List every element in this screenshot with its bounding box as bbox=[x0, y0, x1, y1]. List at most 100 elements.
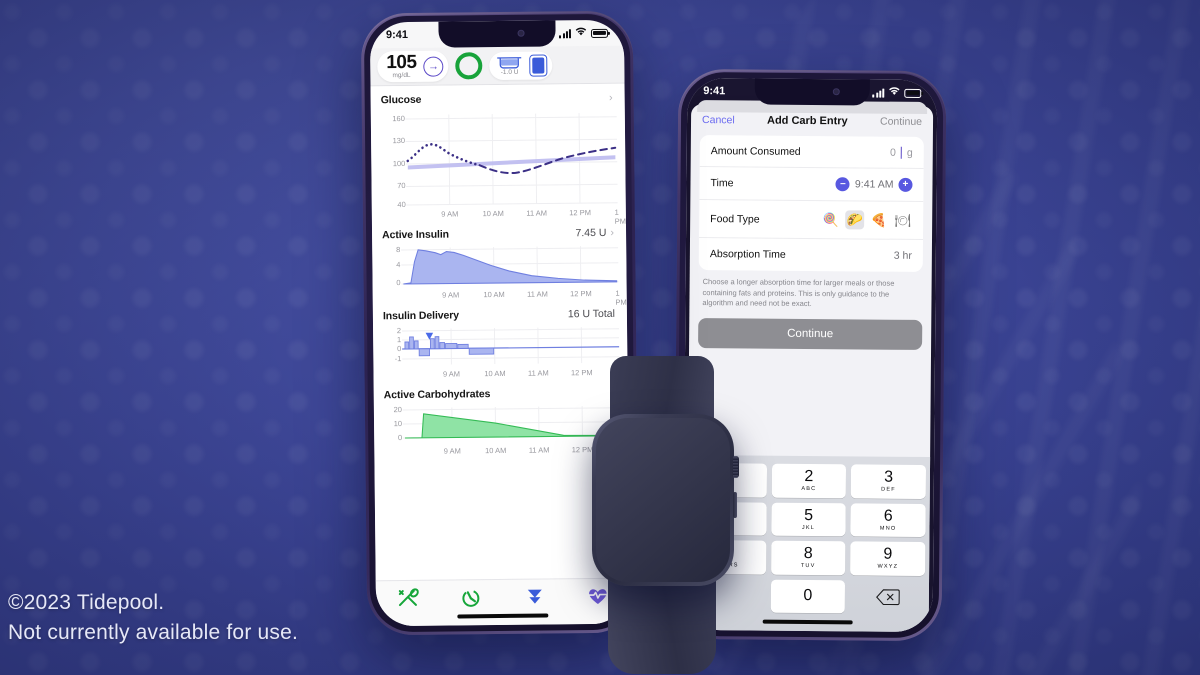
wifi-icon bbox=[575, 27, 587, 39]
food-option-lollipop-icon[interactable]: 🍭 bbox=[821, 210, 840, 229]
row-label: Time bbox=[710, 177, 734, 190]
card-title: Active Insulin bbox=[382, 228, 450, 242]
digital-crown[interactable] bbox=[732, 456, 739, 478]
y-tick: 40 bbox=[397, 199, 406, 210]
home-indicator[interactable] bbox=[457, 613, 549, 619]
watch-item-label: Bolus bbox=[681, 501, 700, 509]
watch-item-label: Carbs bbox=[626, 501, 645, 509]
closed-loop-ring-icon[interactable] bbox=[455, 52, 483, 80]
watch-page-dots bbox=[658, 565, 668, 568]
key-letters: DEF bbox=[881, 486, 896, 494]
time-value: 9:41 AM bbox=[854, 178, 894, 191]
key-0[interactable]: 0 bbox=[770, 579, 846, 614]
heartbeat-icon bbox=[682, 522, 699, 535]
x-tick: 9 AM bbox=[442, 369, 461, 379]
helper-text: Choose a longer absorption time for larg… bbox=[702, 277, 895, 309]
card-title: Glucose bbox=[380, 93, 422, 107]
chart-glucose: 160 130 100 70 40 9 AM 10 AM 11 AM 12 PM… bbox=[381, 107, 626, 226]
key-delete[interactable] bbox=[850, 580, 925, 614]
key-letters: ABC bbox=[801, 486, 817, 493]
key-2[interactable]: 2 ABC bbox=[771, 463, 847, 498]
key-8[interactable]: 8 TUV bbox=[770, 540, 846, 575]
tab-carbs[interactable] bbox=[376, 588, 440, 609]
x-tick: 9 AM bbox=[441, 209, 459, 219]
copyright-line-1: ©2023 Tidepool. bbox=[8, 591, 165, 614]
pump-status-pill[interactable]: -1.0 U bbox=[489, 50, 553, 80]
watch-item-label: Pre-Meal bbox=[621, 546, 650, 553]
y-tick: 20 bbox=[393, 405, 402, 415]
key-number: 5 bbox=[804, 506, 814, 524]
chevron-right-icon[interactable]: › bbox=[610, 227, 614, 239]
x-tick: 12 PM bbox=[569, 208, 591, 218]
dashboard-header: 105 mg/dL → -1.0 U bbox=[370, 45, 625, 87]
watch-glucose-value: 105 bbox=[632, 447, 654, 462]
decrement-time-button[interactable]: – bbox=[835, 177, 851, 192]
increment-time-button[interactable]: + bbox=[898, 177, 913, 192]
glucose-pill[interactable]: 105 mg/dL → bbox=[377, 50, 449, 83]
row-food-type[interactable]: Food Type 🍭 🌮 🍕 🍽 bbox=[699, 200, 924, 240]
premeal-button[interactable] bbox=[620, 512, 651, 544]
key-letters: WXYZ bbox=[877, 563, 899, 571]
status-bar: 9:41 bbox=[687, 78, 937, 106]
x-tick: 11 AM bbox=[526, 208, 548, 218]
key-9[interactable]: 9 WXYZ bbox=[850, 541, 926, 576]
status-bar-time: 9:41 bbox=[703, 85, 726, 98]
y-tick: 100 bbox=[392, 158, 406, 169]
x-tick: 9 AM bbox=[442, 290, 460, 300]
row-label: Amount Consumed bbox=[710, 144, 801, 158]
key-number: 9 bbox=[883, 545, 893, 563]
food-option-plate-icon[interactable]: 🍽 bbox=[893, 211, 912, 230]
chart-active-insulin: 8 4 0 9 AM 10 AM 11 AM 12 PM 1 PM bbox=[382, 242, 627, 307]
cellular-signal-icon bbox=[872, 88, 885, 98]
premeal-timer-icon bbox=[628, 520, 643, 536]
pump-value: -1.0 U bbox=[500, 68, 519, 76]
wifi-icon bbox=[888, 87, 900, 99]
card-header: Active Insulin 7.45 U › bbox=[382, 227, 618, 241]
row-amount-consumed[interactable]: Amount Consumed 0g bbox=[699, 135, 924, 169]
food-option-pizza-icon[interactable]: 🍕 bbox=[869, 211, 888, 230]
card-glucose[interactable]: Glucose › 160 130 100 70 40 9 AM 10 AM 1… bbox=[371, 84, 626, 226]
key-3[interactable]: 3 DEF bbox=[851, 464, 927, 499]
side-button[interactable] bbox=[733, 492, 737, 518]
y-tick: 8 bbox=[396, 245, 401, 255]
card-value: 7.45 U bbox=[575, 226, 607, 240]
row-label: Food Type bbox=[710, 212, 760, 226]
row-time[interactable]: Time – 9:41 AM + bbox=[699, 167, 924, 202]
card-active-insulin[interactable]: Active Insulin 7.45 U › 8 4 0 9 AM 10 AM… bbox=[372, 219, 627, 307]
y-tick: 130 bbox=[392, 135, 406, 146]
workout-button[interactable] bbox=[675, 512, 706, 544]
home-indicator[interactable] bbox=[762, 619, 853, 625]
page-dot bbox=[664, 565, 668, 568]
cancel-button[interactable]: Cancel bbox=[702, 114, 735, 126]
carbs-button[interactable] bbox=[620, 468, 651, 499]
watch-item-bolus[interactable]: Bolus bbox=[668, 468, 713, 509]
key-5[interactable]: 5 JKL bbox=[771, 502, 847, 537]
watch-item-label: Workout bbox=[677, 546, 704, 553]
key-6[interactable]: 6 MNO bbox=[850, 502, 926, 538]
row-absorption-time[interactable]: Absorption Time 3 hr bbox=[699, 238, 923, 272]
y-tick: 10 bbox=[393, 419, 403, 429]
closed-loop-ring-icon bbox=[614, 448, 627, 461]
insulin-reservoir-icon: -1.0 U bbox=[494, 55, 524, 75]
watch-item-premeal[interactable]: Pre-Meal bbox=[613, 512, 658, 553]
watch-item-carbs[interactable]: Carbs bbox=[613, 468, 658, 509]
food-option-taco-icon[interactable]: 🌮 bbox=[845, 210, 865, 230]
continue-button[interactable]: Continue bbox=[698, 317, 923, 350]
card-header: Glucose › bbox=[381, 92, 617, 106]
status-bar-time: 9:41 bbox=[385, 28, 409, 42]
x-tick: 10 AM bbox=[483, 289, 505, 300]
watch-body: 11:18 105→ Carbs Bolus Pre-Meal Workout bbox=[592, 414, 739, 586]
chevron-right-icon[interactable]: › bbox=[609, 92, 613, 104]
watch-item-workout[interactable]: Workout bbox=[668, 512, 713, 553]
y-tick: 2 bbox=[396, 326, 402, 336]
x-tick: 10 AM bbox=[484, 368, 506, 379]
y-tick: 1 bbox=[396, 335, 402, 345]
pump-battery-icon bbox=[529, 53, 548, 77]
continue-nav-button[interactable]: Continue bbox=[880, 116, 922, 128]
tab-premeal[interactable] bbox=[439, 587, 503, 608]
tab-bolus[interactable] bbox=[503, 586, 567, 607]
watch-glucose-row[interactable]: 105→ bbox=[613, 447, 713, 462]
amount-value: 0 bbox=[890, 146, 896, 159]
bolus-button[interactable] bbox=[675, 468, 706, 499]
absorption-time-value: 3 hr bbox=[893, 249, 912, 262]
